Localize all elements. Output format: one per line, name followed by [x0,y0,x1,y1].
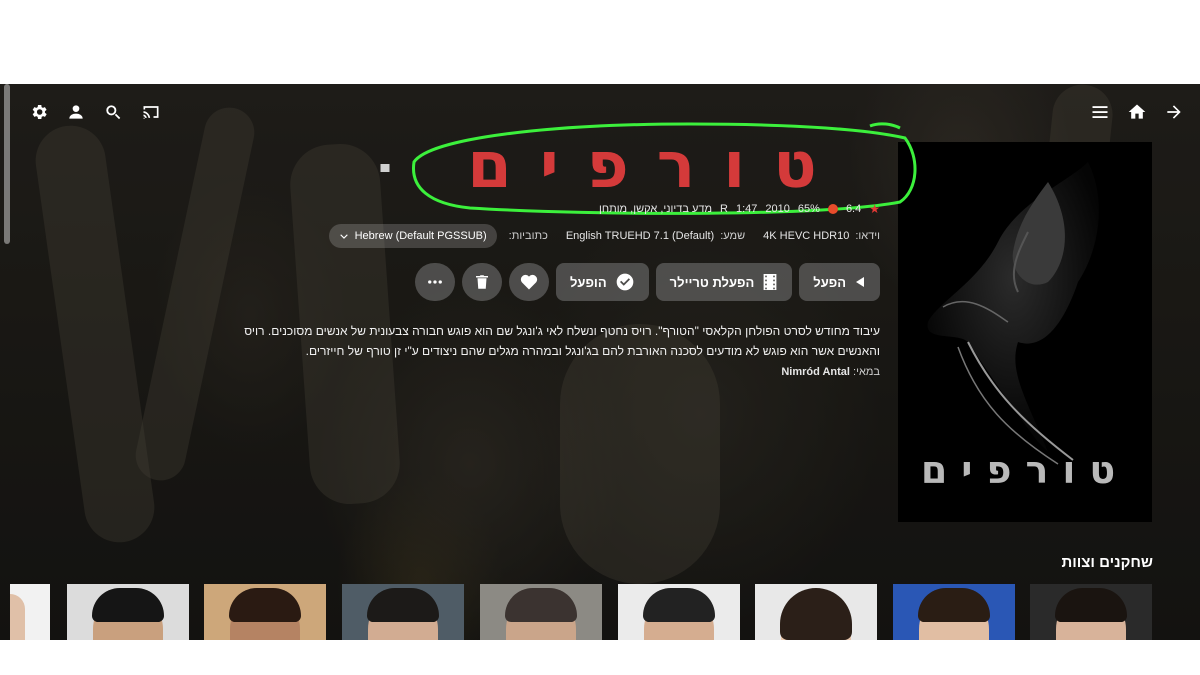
cast-card[interactable] [204,584,326,640]
movie-poster[interactable]: טורפים [898,142,1152,522]
runtime: 1:47 [736,203,758,215]
mark-played-label: הופעל [569,274,607,290]
director-row: במאי: Nimród Antal [781,366,880,378]
heart-icon [520,274,538,290]
genres: מדע בדיוני, אקשן, מותחן [599,203,713,215]
audio-value: English TRUEHD 7.1 (Default) [565,230,715,242]
audio-label: שמע: [720,230,746,242]
back-arrow-icon[interactable] [1162,100,1186,124]
home-icon[interactable] [1125,100,1149,124]
play-icon [856,277,864,287]
more-horizontal-icon [428,280,442,284]
cast-card[interactable] [755,584,877,640]
cast-icon[interactable] [139,100,163,124]
check-circle-icon [616,273,633,291]
movie-overview: עיבוד מחודש לסרט הפולחן הקלאסי "הטורף". … [244,324,880,358]
mark-played-button[interactable]: הופעל [555,263,649,301]
film-icon [763,274,777,290]
cast-card[interactable] [480,584,602,640]
favorite-button[interactable] [508,263,549,301]
trash-icon [475,275,488,289]
cast-card[interactable] [1030,584,1152,640]
community-rating: 6.4 [845,203,862,215]
cast-card[interactable] [342,584,464,640]
cast-card[interactable] [893,584,1015,640]
movie-meta-row: ★ 6.4 65% 2010 1:47 R מדע בדיוני, אקשן, … [599,202,880,216]
menu-icon[interactable] [1088,100,1112,124]
cast-card[interactable] [10,584,50,640]
director-name[interactable]: Nimród Antal [781,366,850,378]
play-trailer-button[interactable]: הפעלת טריילר [655,263,793,301]
cast-card[interactable] [67,584,189,640]
poster-title: טורפים [920,448,1130,492]
more-button[interactable] [414,263,455,301]
chevron-down-icon [339,234,348,239]
age-rating: R [720,203,728,215]
subtitles-label: כתוביות: [508,230,548,242]
tomato-icon [827,204,838,214]
media-info-row: וידאו: 4K HEVC HDR10 שמע: English TRUEHD… [328,224,880,248]
cast-section-title: שחקנים וצוות [1061,554,1153,571]
video-label: וידאו: [855,230,880,242]
cast-card[interactable] [618,584,740,640]
scrollbar[interactable] [4,84,10,244]
media-detail-screen: טורפים טורפים ★ 6.4 65% 2010 1:47 R מדע … [0,84,1200,640]
play-label: הפעל [813,274,846,290]
star-icon: ★ [869,202,880,216]
search-icon[interactable] [101,100,125,124]
director-label: במאי: [853,366,880,378]
video-value: 4K HEVC HDR10 [763,230,850,242]
subtitles-value: Hebrew (Default PGSSUB) [354,230,487,242]
play-trailer-label: הפעלת טריילר [669,274,755,290]
image-icon [380,164,390,172]
release-year: 2010 [765,203,790,215]
subtitles-select[interactable]: Hebrew (Default PGSSUB) [328,224,497,248]
play-button[interactable]: הפעל [799,263,880,301]
settings-icon[interactable] [27,100,51,124]
user-icon[interactable] [64,100,88,124]
delete-button[interactable] [461,263,502,301]
action-buttons: הפעל הפעלת טריילר הופעל [414,263,880,301]
critic-rating: 65% [797,203,820,215]
